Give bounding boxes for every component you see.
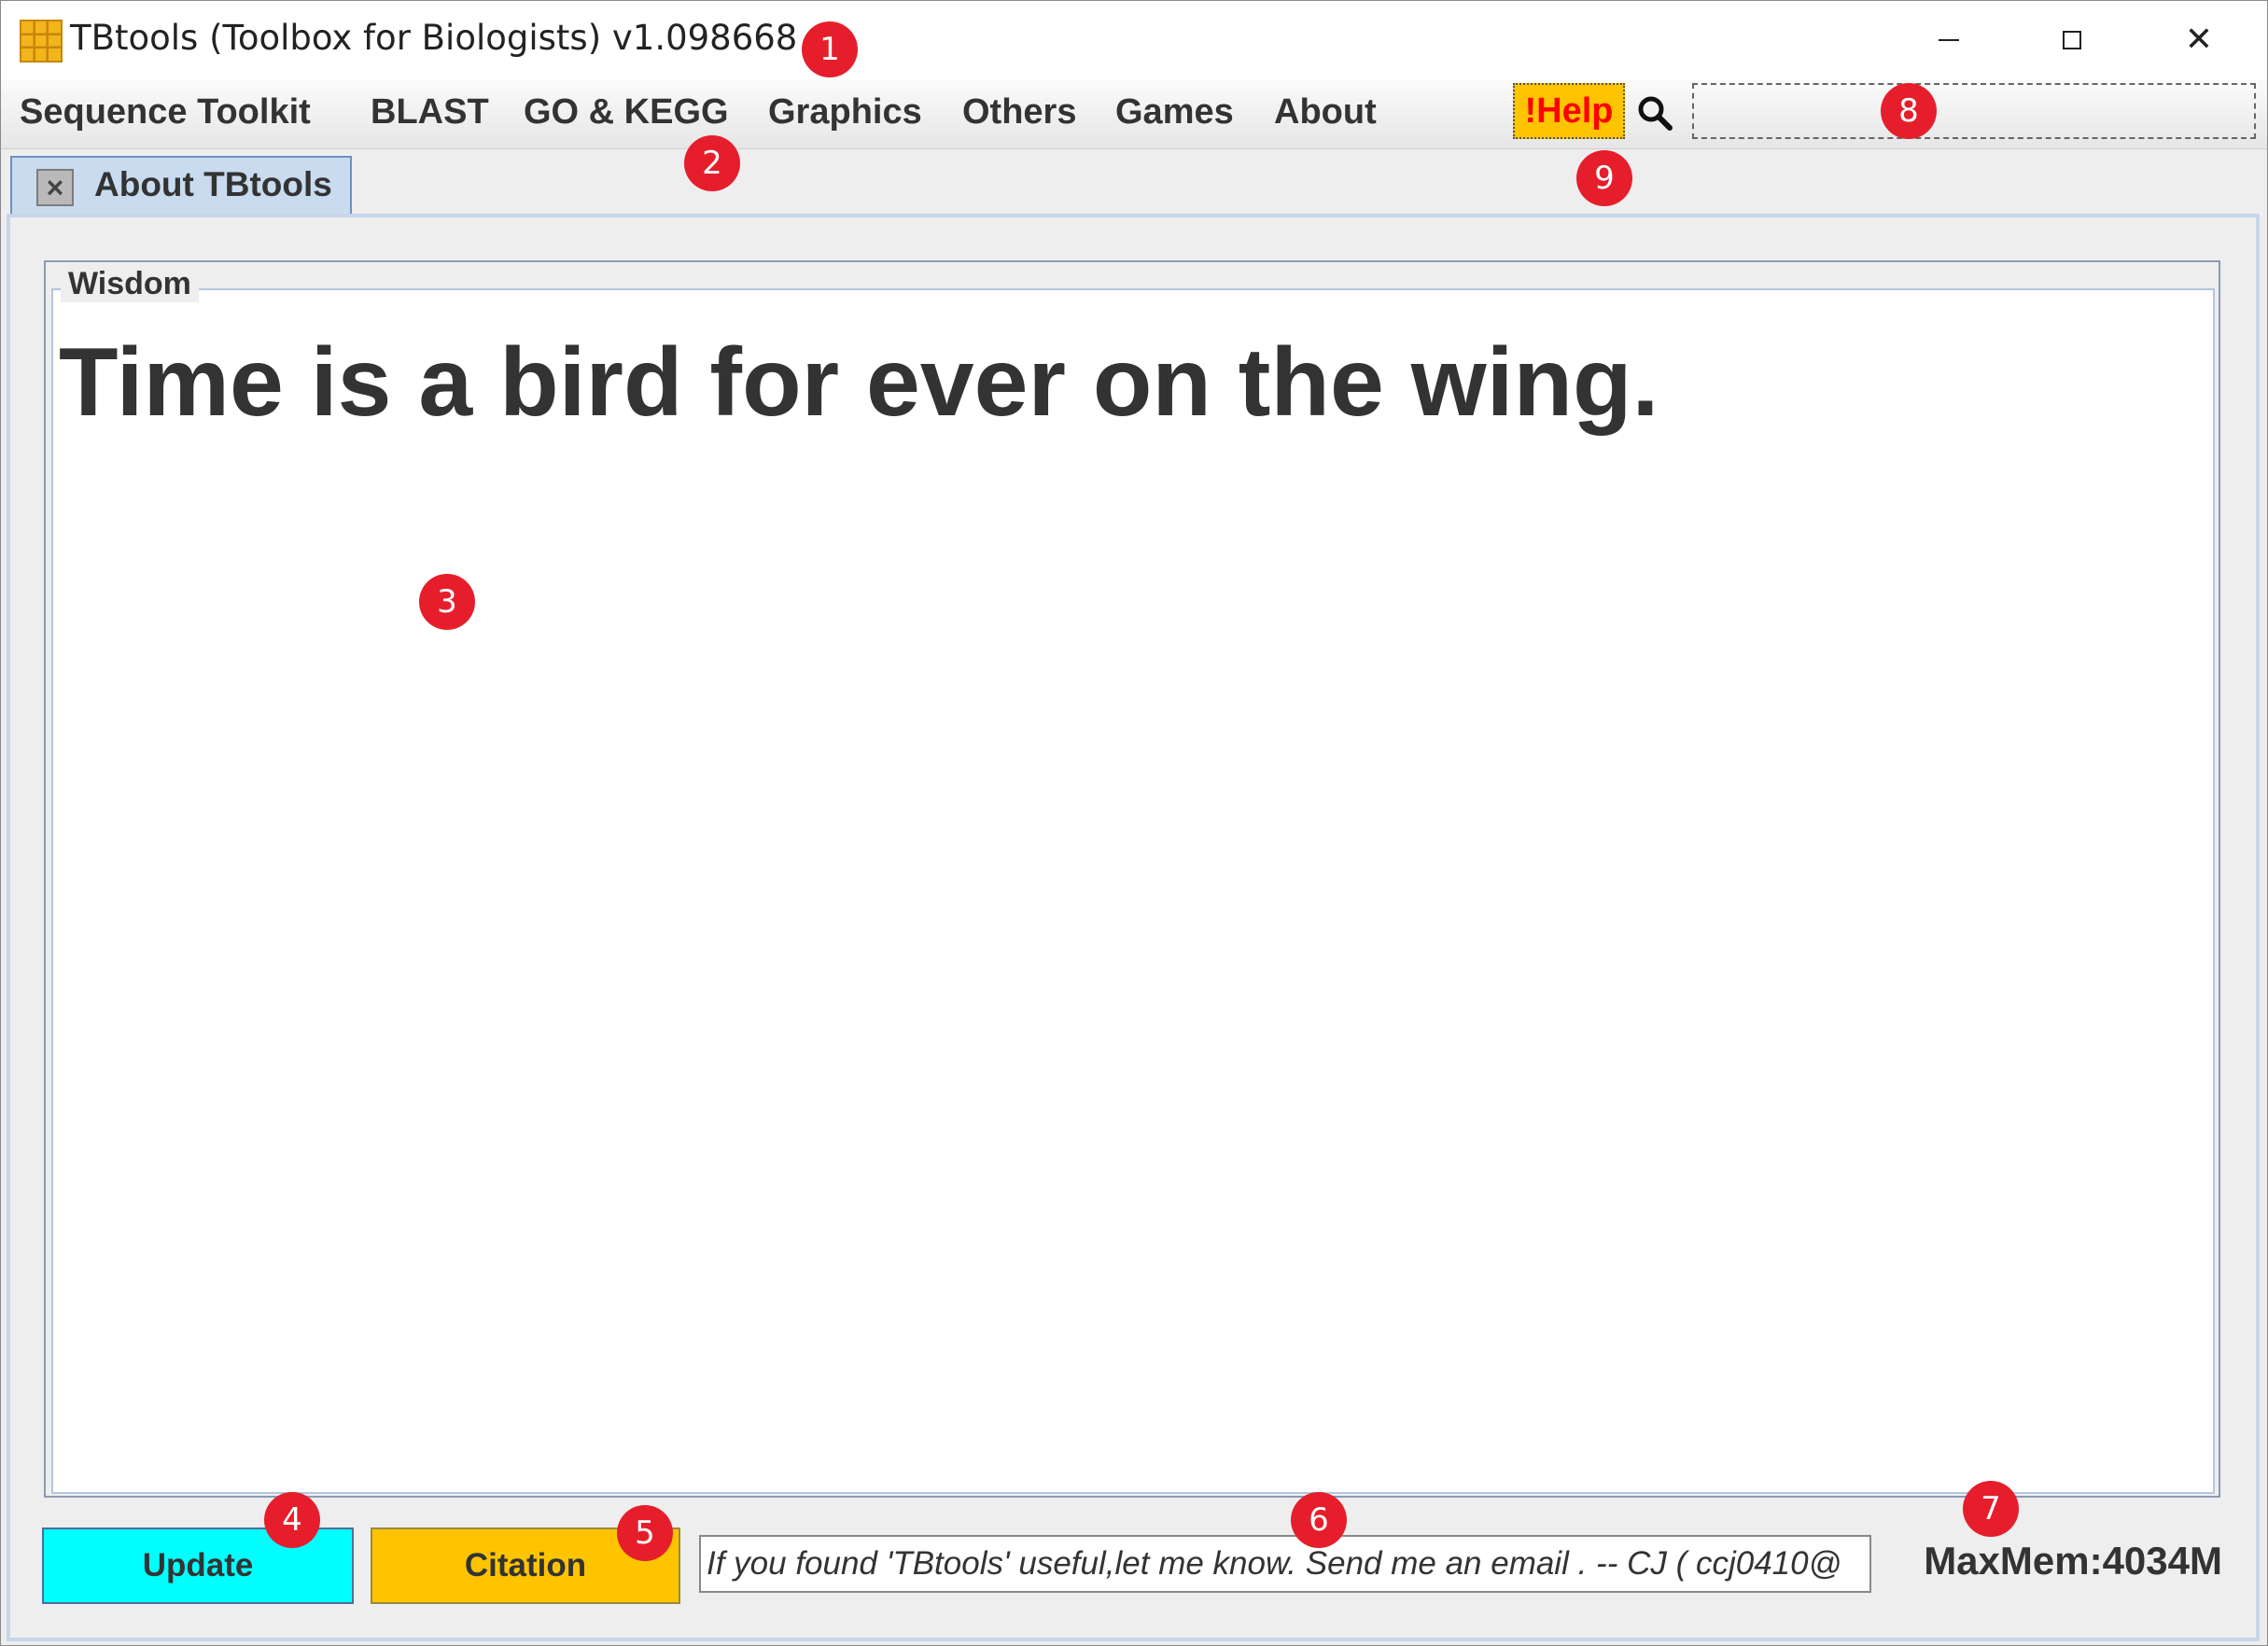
wisdom-legend: Wisdom	[61, 266, 199, 302]
close-window-button[interactable]: ✕	[2148, 1, 2250, 79]
maximize-icon	[2063, 31, 2081, 49]
marker-2: 2	[684, 135, 740, 191]
marker-3: 3	[419, 574, 475, 630]
marker-1: 1	[802, 21, 858, 77]
minimize-icon	[1939, 39, 1959, 41]
max-memory-label: MaxMem:4034M	[1924, 1539, 2222, 1583]
close-icon: ✕	[2184, 21, 2214, 59]
contact-message-field[interactable]: If you found 'TBtools' useful,let me kno…	[699, 1535, 1871, 1593]
menu-go-kegg[interactable]: GO & KEGG	[524, 92, 729, 133]
marker-5: 5	[617, 1505, 673, 1561]
marker-4: 4	[264, 1492, 320, 1548]
marker-7: 7	[1963, 1481, 2019, 1537]
menu-sequence-toolkit[interactable]: Sequence Toolkit	[20, 92, 311, 133]
wisdom-content-area	[51, 288, 2215, 1494]
tab-about-tbtools[interactable]: × About TBtools	[10, 156, 352, 216]
tbtools-grid-icon	[20, 20, 63, 63]
menu-others[interactable]: Others	[962, 92, 1076, 133]
magnifier-icon[interactable]	[1636, 94, 1673, 132]
maximize-button[interactable]	[2021, 1, 2123, 79]
marker-9: 9	[1576, 150, 1632, 206]
tab-label: About TBtools	[94, 165, 332, 203]
menu-blast[interactable]: BLAST	[371, 92, 489, 133]
help-button[interactable]: !Help	[1513, 83, 1625, 139]
minimize-button[interactable]	[1897, 1, 2000, 79]
search-input[interactable]	[1692, 83, 2256, 139]
app-window: TBtools (Toolbox for Biologists) v1.0986…	[0, 0, 2268, 1646]
menu-graphics[interactable]: Graphics	[768, 92, 922, 133]
menu-about[interactable]: About	[1274, 92, 1377, 133]
tab-close-icon[interactable]: ×	[36, 169, 74, 206]
marker-8: 8	[1881, 83, 1937, 139]
marker-6: 6	[1291, 1492, 1347, 1548]
menu-games[interactable]: Games	[1115, 92, 1234, 133]
wisdom-quote: Time is a bird for ever on the wing.	[59, 328, 1659, 437]
title-bar: TBtools (Toolbox for Biologists) v1.0986…	[1, 1, 2267, 79]
window-title: TBtools (Toolbox for Biologists) v1.0986…	[70, 18, 798, 58]
